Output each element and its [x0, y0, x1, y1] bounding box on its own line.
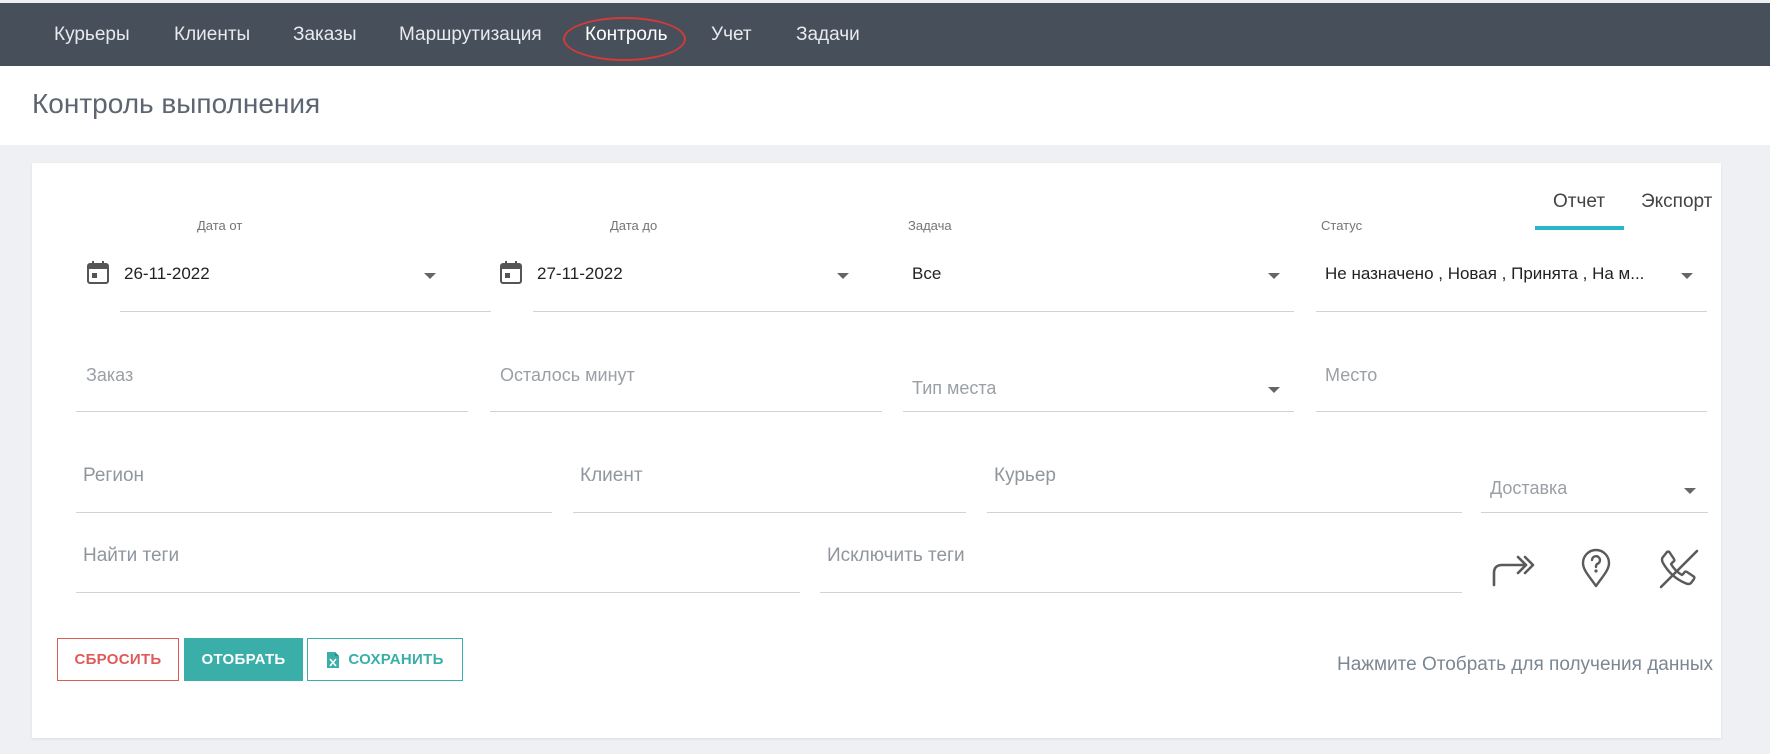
courier-placeholder: Курьер: [994, 465, 1056, 486]
client-field[interactable]: Клиент: [573, 463, 966, 513]
nav-item-orders[interactable]: Заказы: [293, 3, 357, 66]
save-button[interactable]: СОХРАНИТЬ: [307, 638, 463, 681]
top-nav: Курьеры Клиенты Заказы Маршрутизация Кон…: [0, 3, 1770, 66]
nav-item-tasks[interactable]: Задачи: [796, 3, 860, 66]
reset-button[interactable]: СБРОСИТЬ: [57, 638, 179, 681]
calendar-icon[interactable]: [500, 260, 522, 284]
order-underline: [76, 411, 468, 412]
nav-item-accounting[interactable]: Учет: [711, 3, 752, 66]
order-field[interactable]: Заказ: [76, 363, 468, 412]
place-type-underline: [903, 411, 1294, 412]
region-underline: [76, 512, 552, 513]
region-placeholder: Регион: [83, 465, 145, 486]
client-underline: [573, 512, 966, 513]
courier-field[interactable]: Курьер: [987, 463, 1462, 513]
place-field[interactable]: Место: [1316, 363, 1707, 412]
nav-item-routing[interactable]: Маршрутизация: [399, 3, 542, 66]
order-placeholder: Заказ: [86, 365, 134, 385]
exclude-tags-placeholder: Исключить теги: [827, 545, 965, 566]
place-underline: [1316, 411, 1707, 412]
show-button[interactable]: ОТОБРАТЬ: [184, 638, 303, 681]
status-underline: [1316, 311, 1707, 312]
status-select[interactable]: Статус Не назначено , Новая , Принята , …: [1316, 218, 1707, 312]
calendar-icon[interactable]: [87, 260, 109, 284]
task-label: Задача: [908, 218, 952, 233]
minutes-left-underline: [490, 411, 882, 412]
exclude-tags-underline: [820, 592, 1462, 593]
client-placeholder: Клиент: [580, 465, 643, 486]
date-to-field[interactable]: Дата до 27-11-2022: [498, 218, 904, 312]
minutes-left-field[interactable]: Осталось минут: [490, 363, 882, 412]
find-tags-field[interactable]: Найти теги: [76, 543, 800, 593]
date-from-label: Дата от: [197, 218, 243, 233]
chevron-down-icon[interactable]: [1681, 273, 1693, 279]
filter-card: Отчет Экспорт Дата от 26-11-2022 Дата до…: [32, 163, 1721, 738]
task-select[interactable]: Задача Все: [903, 218, 1294, 312]
date-from-value: 26-11-2022: [124, 264, 210, 283]
status-value: Не назначено , Новая , Принята , На м...: [1325, 264, 1645, 283]
nav-item-clients[interactable]: Клиенты: [174, 3, 250, 66]
task-value: Все: [912, 264, 942, 283]
place-type-placeholder: Тип места: [912, 378, 997, 398]
excel-file-icon: [327, 651, 340, 668]
chevron-down-icon[interactable]: [1268, 387, 1280, 393]
date-to-value: 27-11-2022: [537, 264, 623, 283]
courier-underline: [987, 512, 1462, 513]
exclude-tags-field[interactable]: Исключить теги: [820, 543, 1462, 593]
delivery-select[interactable]: Доставка: [1481, 463, 1708, 513]
nav-item-couriers[interactable]: Курьеры: [54, 3, 130, 66]
chevron-down-icon[interactable]: [837, 273, 849, 279]
chevron-down-icon[interactable]: [1268, 273, 1280, 279]
status-label: Статус: [1321, 218, 1363, 233]
phone-off-icon[interactable]: [1657, 549, 1701, 589]
page-title: Контроль выполнения: [32, 88, 321, 119]
minutes-left-placeholder: Осталось минут: [500, 365, 635, 385]
date-to-label: Дата до: [610, 218, 658, 233]
chevron-down-icon[interactable]: [424, 273, 436, 279]
save-button-label: СОХРАНИТЬ: [348, 651, 444, 668]
forward-arrows-icon[interactable]: [1492, 551, 1536, 587]
place-placeholder: Место: [1325, 365, 1378, 385]
date-from-field[interactable]: Дата от 26-11-2022: [85, 218, 491, 312]
delivery-placeholder: Доставка: [1490, 478, 1568, 498]
find-tags-underline: [76, 592, 800, 593]
region-field[interactable]: Регион: [76, 463, 552, 513]
chevron-down-icon[interactable]: [1684, 488, 1696, 494]
place-type-select[interactable]: Тип места: [903, 363, 1294, 412]
page-header: Контроль выполнения: [0, 66, 1770, 145]
find-tags-placeholder: Найти теги: [83, 545, 180, 566]
task-underline: [903, 311, 1294, 312]
nav-item-control[interactable]: Контроль: [585, 3, 668, 66]
map-pin-question-icon[interactable]: [1580, 548, 1612, 588]
delivery-underline: [1481, 512, 1708, 513]
date-to-underline: [533, 311, 904, 312]
hint-text: Нажмите Отобрать для получения данных: [1336, 654, 1713, 675]
date-from-underline: [120, 311, 491, 312]
